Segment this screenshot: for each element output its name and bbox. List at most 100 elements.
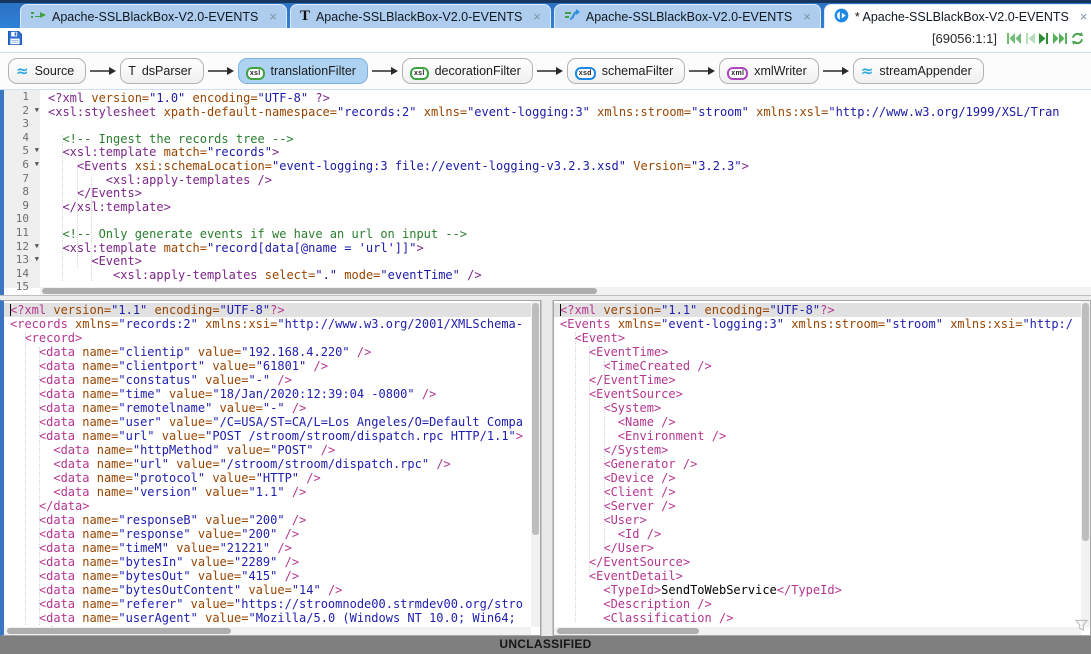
code-line: <!-- Only generate events if we have an … (48, 228, 1091, 242)
code-line: <xsl:template match="records"> (48, 146, 1091, 160)
pipeline-element-Source[interactable]: ≈Source (8, 58, 86, 84)
code-line: <Server /> (560, 499, 1081, 513)
pipeline-element-schemaFilter[interactable]: xsd schemaFilter (567, 58, 686, 84)
input-vscroll-thumb[interactable] (532, 303, 539, 535)
close-icon[interactable]: × (1080, 10, 1088, 23)
line-number[interactable]: 7 (4, 172, 40, 186)
line-number[interactable]: 1 (4, 90, 40, 104)
text-converter-icon: T (300, 9, 310, 24)
xml-icon: xml (727, 64, 748, 78)
line-number[interactable]: 5▼ (4, 144, 40, 158)
close-icon[interactable]: × (803, 10, 811, 23)
text-caret (560, 304, 561, 316)
flow-arrow-icon (823, 66, 849, 76)
fold-toggle-icon[interactable]: ▼ (35, 144, 39, 158)
line-number[interactable]: 15 (4, 280, 40, 294)
save-button[interactable] (7, 30, 23, 46)
pipeline-element-translationFilter[interactable]: xsltranslationFilter (238, 58, 368, 84)
step-backward-icon[interactable] (1024, 32, 1036, 45)
tab-3[interactable]: Apache-SSLBlackBox-V2.0-EVENTS× (554, 4, 821, 28)
line-number[interactable]: 2▼ (4, 104, 40, 118)
code-line: <Events xmlns="event-logging:3" xmlns:st… (560, 317, 1081, 331)
refresh-icon[interactable] (1070, 31, 1085, 46)
code-line: </EventTime> (560, 373, 1081, 387)
tab-label: Apache-SSLBlackBox-V2.0-EVENTS (52, 10, 258, 24)
code-line: <xsl:template match="record[data[@name =… (48, 242, 1091, 256)
close-icon[interactable]: × (269, 10, 277, 23)
xsd-icon: xsd (575, 64, 596, 78)
output-vscroll-thumb[interactable] (1082, 303, 1089, 541)
pipeline-element-label: Source (35, 64, 75, 78)
code-line: <data name="httpMethod" value="POST" /> (10, 443, 531, 457)
tab-2[interactable]: T Apache-SSLBlackBox-V2.0-EVENTS × (290, 4, 551, 28)
code-line: <TimeCreated /> (560, 359, 1081, 373)
code-line: <xsl:stylesheet xpath-default-namespace=… (48, 106, 1091, 120)
line-number[interactable]: 10 (4, 212, 40, 226)
code-line: <data name="clientport" value="61801" /> (10, 359, 531, 373)
input-hscrollbar[interactable] (4, 627, 531, 635)
output-hscrollbar[interactable] (554, 627, 1081, 635)
code-line: <records xmlns="records:2" xmlns:xsi="ht… (10, 317, 531, 331)
filter-icon[interactable] (1075, 619, 1088, 635)
code-line: <EventSource> (560, 387, 1081, 401)
flow-arrow-icon (372, 66, 398, 76)
editor-hscroll-thumb[interactable] (42, 288, 597, 294)
code-line: <xsl:apply-templates select="." mode="ev… (48, 269, 1091, 283)
output-vscrollbar[interactable] (1081, 301, 1090, 627)
code-line: <data name="version" value="1.1" /> (10, 485, 531, 499)
fold-toggle-icon[interactable]: ▼ (35, 240, 39, 254)
code-line: <data name="time" value="18/Jan/2020:12:… (10, 387, 531, 401)
text-icon: T (128, 64, 136, 78)
stream-icon: ≈ (861, 64, 874, 79)
pipeline-element-label: decorationFilter (435, 64, 521, 78)
flow-arrow-icon (689, 66, 715, 76)
code-line: </User> (560, 541, 1081, 555)
flow-arrow-icon (537, 66, 563, 76)
pipeline-element-decorationFilter[interactable]: xsldecorationFilter (402, 58, 533, 84)
xslt-code-editor[interactable]: 12▼345▼6▼789101112▼13▼1415 <?xml version… (0, 90, 1091, 296)
close-icon[interactable]: × (533, 10, 541, 23)
line-number[interactable]: 6▼ (4, 158, 40, 172)
code-line: <?xml version="1.1" encoding="UTF-8"?> (4, 303, 531, 317)
code-line: <TypeId>SendToWebService</TypeId> (560, 583, 1081, 597)
pipeline-element-xmlWriter[interactable]: xmlxmlWriter (719, 58, 819, 84)
tab-4[interactable]: * Apache-SSLBlackBox-V2.0-EVENTS× (824, 4, 1091, 28)
line-number[interactable]: 3 (4, 117, 40, 131)
line-number[interactable]: 13▼ (4, 253, 40, 267)
tab-label: Apache-SSLBlackBox-V2.0-EVENTS (316, 10, 522, 24)
code-line: <EventDetail> (560, 569, 1081, 583)
step-last-icon[interactable] (1052, 32, 1068, 45)
line-number[interactable]: 14 (4, 267, 40, 281)
pipeline-element-label: streamAppender (879, 64, 971, 78)
tab-bar: Apache-SSLBlackBox-V2.0-EVENTS×TApache-S… (0, 0, 1091, 28)
editor-gutter[interactable]: 12▼345▼6▼789101112▼13▼1415 (4, 90, 40, 288)
fold-toggle-icon[interactable]: ▼ (35, 253, 39, 267)
code-line: <xsl:apply-templates /> (48, 174, 1091, 188)
input-data-pane[interactable]: <?xml version="1.1" encoding="UTF-8"?><r… (0, 300, 541, 636)
pipeline-element-label: schemaFilter (602, 64, 674, 78)
code-line: <!-- Ingest the records tree --> (48, 133, 1091, 147)
code-line: </System> (560, 443, 1081, 457)
code-line: <data name="referer" value="https://stro… (10, 597, 531, 611)
editor-code-area[interactable]: <?xml version="1.0" encoding="UTF-8" ?><… (40, 90, 1091, 290)
output-data-pane[interactable]: <?xml version="1.1" encoding="UTF-8"?><E… (553, 300, 1091, 636)
pipeline-element-streamAppender[interactable]: ≈ streamAppender (853, 58, 984, 84)
editor-hscrollbar[interactable] (40, 287, 1091, 295)
input-vscrollbar[interactable] (531, 301, 540, 627)
tab-1[interactable]: Apache-SSLBlackBox-V2.0-EVENTS × (20, 4, 287, 28)
fold-toggle-icon[interactable]: ▼ (35, 158, 39, 172)
line-number[interactable]: 8 (4, 185, 40, 199)
pipeline-element-dsParser[interactable]: TdsParser (120, 58, 204, 84)
step-first-icon[interactable] (1006, 32, 1022, 45)
code-line: <Description /> (560, 597, 1081, 611)
line-number[interactable]: 12▼ (4, 240, 40, 254)
line-number[interactable]: 11 (4, 226, 40, 240)
vertical-splitter[interactable] (541, 300, 553, 636)
fold-toggle-icon[interactable]: ▼ (35, 104, 39, 118)
line-number[interactable]: 9 (4, 199, 40, 213)
line-number[interactable]: 4 (4, 131, 40, 145)
output-hscroll-thumb[interactable] (557, 628, 699, 634)
input-hscroll-thumb[interactable] (7, 628, 231, 634)
step-forward-icon[interactable] (1038, 32, 1050, 45)
code-line: <Client /> (560, 485, 1081, 499)
